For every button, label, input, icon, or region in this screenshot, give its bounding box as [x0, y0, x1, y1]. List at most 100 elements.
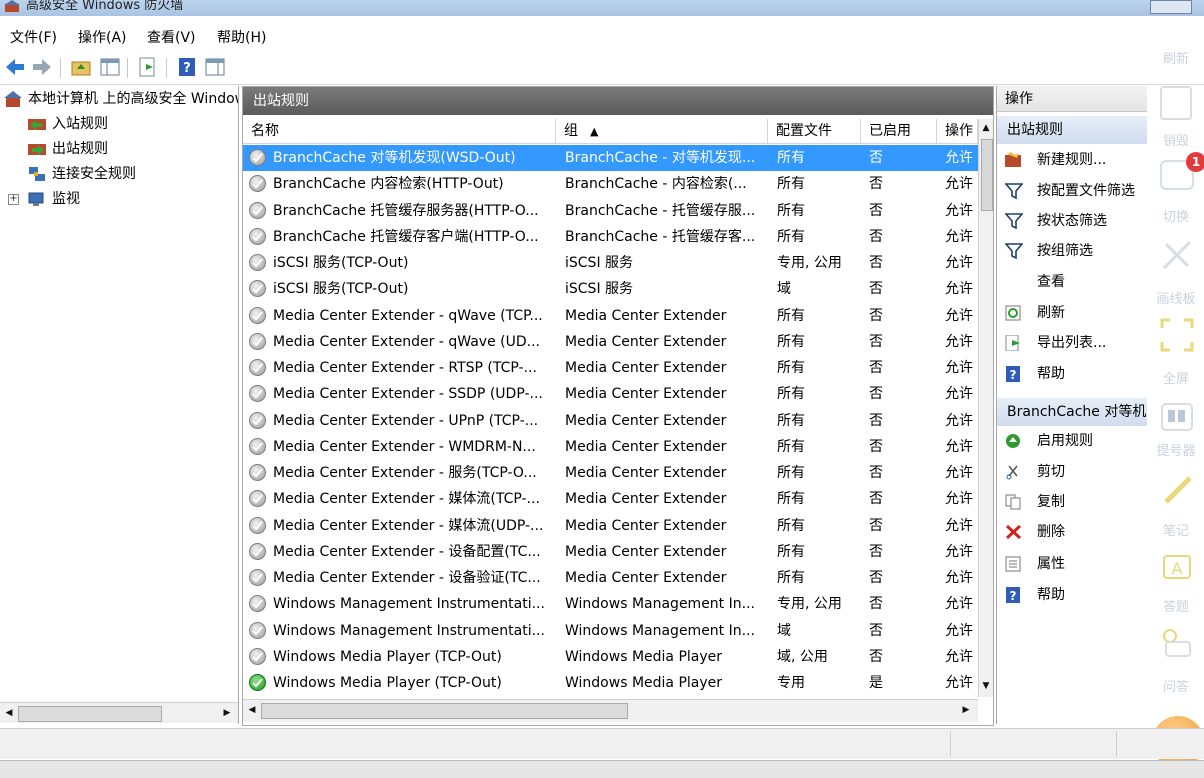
rule-row[interactable]: BranchCache 内容检索(HTTP-Out) BranchCache - … [243, 171, 978, 197]
show-hide-tree-icon[interactable] [99, 56, 121, 78]
action-properties[interactable]: 属性 [997, 550, 1147, 578]
rule-row[interactable]: Media Center Extender - WMDRM-N... Media … [243, 434, 978, 460]
action-copy[interactable]: 复制 [997, 488, 1147, 516]
rule-row[interactable]: Media Center Extender - qWave (TCP... Med… [243, 303, 978, 329]
scroll-right-arrow-icon[interactable]: ▶ [220, 706, 234, 720]
rule-enabled-cell: 否 [869, 281, 883, 298]
menu-file[interactable]: 文件(F) [10, 27, 57, 47]
menu-help[interactable]: 帮助(H) [217, 27, 266, 47]
action-filter-by-state[interactable]: 按状态筛选 [997, 207, 1147, 235]
rule-disabled-icon [249, 569, 266, 586]
actions-section-outbound[interactable]: 出站规则 [997, 116, 1147, 144]
back-arrow-icon[interactable] [4, 56, 26, 78]
rule-row[interactable]: iSCSI 服务(TCP-Out) iSCSI 服务 域 否 允许 [243, 276, 978, 302]
rule-profile-cell: 所有 [777, 386, 805, 403]
rule-row[interactable]: Windows Management Instrumentati... Windo… [243, 618, 978, 644]
rule-row[interactable]: Media Center Extender - 服务(TCP-O... Media… [243, 460, 978, 486]
action-cut[interactable]: 剪切 [997, 458, 1147, 486]
rule-row[interactable]: Media Center Extender - 媒体流(TCP-... Media… [243, 486, 978, 512]
export-list-icon [1005, 335, 1020, 351]
forward-arrow-icon[interactable] [31, 56, 53, 78]
answer-icon: A [1163, 555, 1191, 579]
rule-row[interactable]: Media Center Extender - qWave (UD... Medi… [243, 329, 978, 355]
tree-item-inbound-rules[interactable]: 入站规则 [28, 113, 108, 135]
column-header-group[interactable]: 组 ▲ [556, 119, 768, 143]
scroll-right-arrow-icon[interactable]: ▶ [959, 703, 973, 717]
action-filter-by-group[interactable]: 按组筛选 [997, 237, 1147, 265]
rule-enabled-cell: 否 [869, 596, 883, 613]
column-header-name[interactable]: 名称 [243, 119, 556, 143]
scroll-up-arrow-icon[interactable]: ▲ [979, 121, 993, 135]
column-header-profile[interactable]: 配置文件 [768, 119, 861, 143]
rule-enabled-cell: 是 [869, 675, 883, 691]
rule-action-cell: 允许 [945, 596, 973, 613]
action-delete[interactable]: 删除 [997, 518, 1147, 546]
rule-row[interactable]: Windows Management Instrumentati... Windo… [243, 591, 978, 617]
sidebar-qa[interactable]: 问答 [1148, 676, 1204, 695]
rule-profile-cell: 域 [777, 281, 791, 298]
overlay-tool-sidebar: 刷新 销毁 1 切换 画线板 全屏 提号器 笔记 A 答题 问答 [1148, 0, 1204, 777]
rule-row[interactable]: Media Center Extender - UPnP (TCP-... Med… [243, 408, 978, 434]
rule-row[interactable]: BranchCache 托管缓存客户端(HTTP-O... BranchCache… [243, 224, 978, 250]
action-new-rule[interactable]: 新建规则... [997, 146, 1147, 174]
menu-action[interactable]: 操作(A) [78, 27, 127, 47]
rule-row[interactable]: Media Center Extender - SSDP (UDP-... Med… [243, 381, 978, 407]
rule-name-cell: Windows Management Instrumentati... [273, 622, 545, 639]
rule-name-cell: Media Center Extender - SSDP (UDP-... [273, 386, 543, 403]
action-help-2[interactable]: ? 帮助 [997, 581, 1147, 609]
sidebar-refresh[interactable]: 刷新 [1148, 48, 1204, 67]
scroll-thumb[interactable] [981, 139, 993, 211]
sidebar-destroy[interactable]: 销毁 [1148, 130, 1204, 149]
action-help[interactable]: ? 帮助 [997, 360, 1147, 388]
export-list-icon[interactable] [137, 56, 159, 78]
tree-item-outbound-rules[interactable]: 出站规则 [28, 138, 108, 160]
vertical-scrollbar[interactable]: ▲ ▼ [978, 119, 993, 697]
scroll-down-arrow-icon[interactable]: ▼ [979, 679, 993, 693]
scroll-left-arrow-icon[interactable]: ◀ [2, 706, 16, 720]
rule-profile-cell: 所有 [777, 543, 805, 560]
scroll-thumb[interactable] [18, 706, 162, 722]
rule-row[interactable]: iSCSI 服务(TCP-Out) iSCSI 服务 专用, 公用 否 允许 [243, 250, 978, 276]
action-view[interactable]: 查看 [997, 268, 1147, 296]
menu-view[interactable]: 查看(V) [147, 27, 196, 47]
column-header-action[interactable]: 操作 [937, 119, 978, 143]
action-enable-rule[interactable]: 启用规则 [997, 427, 1147, 455]
rule-row[interactable]: BranchCache 对等机发现(WSD-Out) BranchCache - … [243, 145, 978, 171]
tree-root[interactable]: 本地计算机 上的高级安全 Windows 防火墙 [4, 88, 238, 110]
rule-name-cell: Media Center Extender - 媒体流(TCP-... [273, 491, 540, 508]
action-pane-icon[interactable] [204, 56, 226, 78]
title-bar: 高级安全 Windows 防火墙 [0, 0, 1204, 16]
rule-row[interactable]: Media Center Extender - 设备验证(TC... Media … [243, 565, 978, 591]
action-refresh[interactable]: 刷新 [997, 299, 1147, 327]
left-horizontal-scrollbar[interactable]: ◀ ▶ [0, 702, 238, 723]
sidebar-answer[interactable]: 答题 [1148, 596, 1204, 615]
rule-row[interactable]: Windows Media Player (TCP-Out) Windows Me… [243, 644, 978, 670]
actions-section-selected-rule[interactable]: BranchCache 对等机发现(WSD-Out) [997, 398, 1147, 426]
window-title: 高级安全 Windows 防火墙 [26, 0, 184, 13]
rule-disabled-icon [249, 175, 266, 193]
sidebar-number-picker[interactable]: 提号器 [1148, 440, 1204, 459]
rule-action-cell: 允许 [945, 333, 973, 350]
action-export-list[interactable]: 导出列表... [997, 329, 1147, 357]
tree-item-connection-security-rules[interactable]: 连接安全规则 [28, 163, 136, 185]
rule-disabled-icon [249, 201, 266, 219]
help-icon[interactable]: ? [176, 56, 198, 78]
sidebar-switch[interactable]: 切换 [1148, 206, 1204, 225]
column-header-enabled[interactable]: 已启用 [861, 119, 937, 143]
up-folder-icon[interactable] [70, 56, 92, 78]
rule-row[interactable]: Windows Media Player (TCP-Out) Windows Me… [243, 670, 978, 696]
scroll-left-arrow-icon[interactable]: ◀ [245, 703, 259, 717]
rule-row[interactable]: Media Center Extender - RTSP (TCP-... Med… [243, 355, 978, 381]
rule-row[interactable]: Media Center Extender - 设备配置(TC... Media … [243, 539, 978, 565]
action-filter-by-profile[interactable]: 按配置文件筛选 [997, 177, 1147, 205]
rule-row[interactable]: BranchCache 托管缓存服务器(HTTP-O... BranchCache… [243, 198, 978, 224]
rule-row[interactable]: Media Center Extender - 媒体流(UDP-... Media… [243, 513, 978, 539]
sidebar-drawing-board[interactable]: 画线板 [1148, 288, 1204, 307]
expand-monitor-toggle[interactable]: + [8, 194, 19, 205]
tree-item-monitor[interactable]: 监视 [28, 188, 80, 210]
horizontal-scrollbar[interactable]: ◀ ▶ [243, 699, 978, 722]
scroll-thumb[interactable] [261, 703, 628, 719]
sidebar-notes[interactable]: 笔记 [1148, 520, 1204, 539]
sidebar-fullscreen[interactable]: 全屏 [1148, 368, 1204, 387]
action-label: 帮助 [1037, 366, 1065, 382]
